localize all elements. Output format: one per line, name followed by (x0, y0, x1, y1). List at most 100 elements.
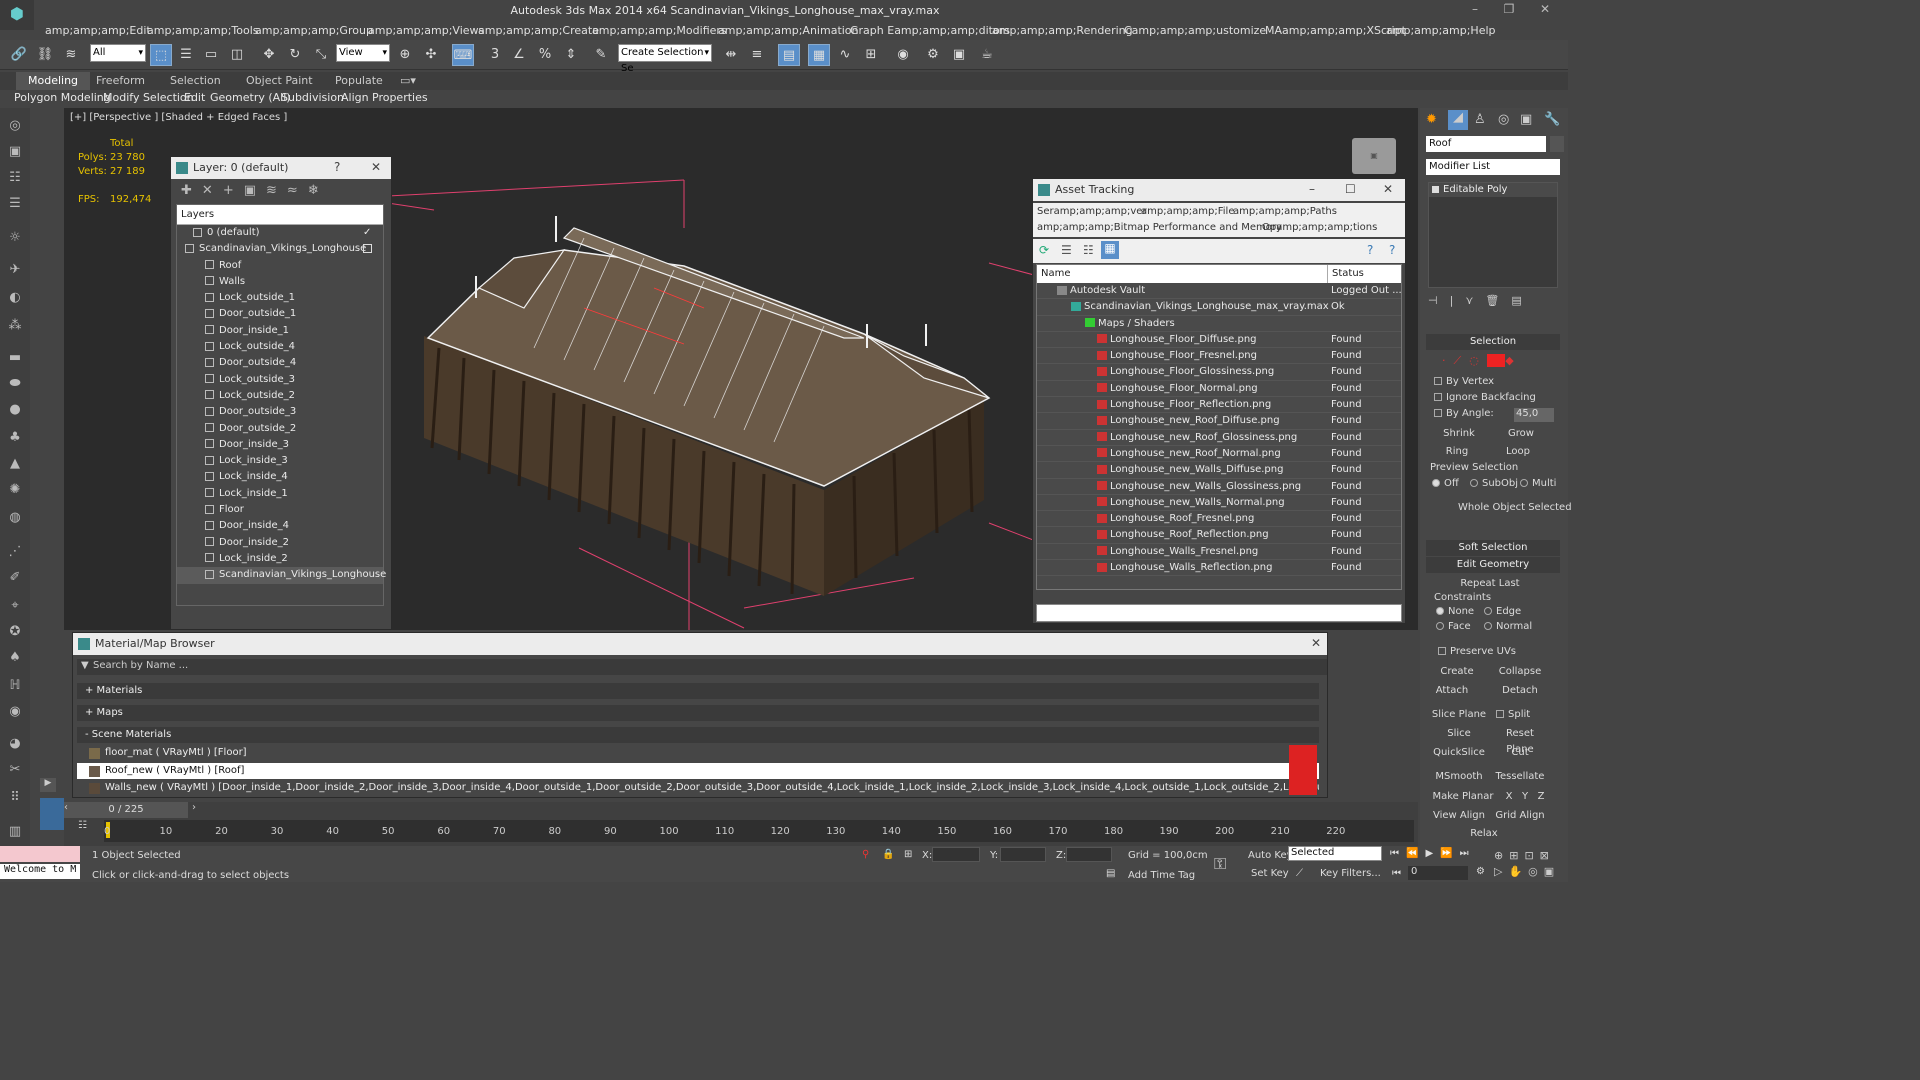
asset-row[interactable]: Longhouse_new_Roof_Normal.png Found (1037, 446, 1401, 463)
planar-x-button[interactable]: X (1502, 789, 1516, 805)
fov-icon[interactable]: ▷ (1494, 865, 1508, 878)
paint-icon[interactable]: ✐ (5, 568, 25, 588)
material-editor-icon[interactable]: ◉ (892, 44, 914, 66)
set-key-mode-icon[interactable]: ⚿ (1214, 854, 1226, 874)
asset-minimize-button[interactable]: – (1309, 182, 1315, 196)
prev-frame-arrow-icon[interactable]: ‹ (64, 802, 72, 818)
add-to-layer-icon[interactable]: + (223, 183, 244, 198)
asset-row[interactable]: Maps / Shaders (1037, 316, 1401, 332)
asset-menu-bitmap[interactable]: amp;amp;amp;Bitmap Performance and Memor… (1037, 222, 1282, 233)
angle-spinner[interactable]: 45,0 (1514, 408, 1554, 422)
layer-close-button[interactable]: ✕ (371, 160, 381, 174)
list-icon[interactable]: ☰ (5, 194, 25, 214)
selection-filter-dropdown[interactable]: All (90, 44, 146, 62)
layer-panel-title-bar[interactable]: Layer: 0 (default) (171, 157, 391, 179)
select-manipulate-icon[interactable]: ✣ (420, 44, 442, 66)
material-row-roof[interactable]: Roof_new ( VRayMtl ) [Roof] (77, 763, 1319, 779)
zoom-extents-icon[interactable]: ⊡ (1524, 849, 1539, 862)
refresh-icon[interactable]: ⟳ (1039, 243, 1049, 257)
asset-menu-server[interactable]: Seramp;amp;amp;ver (1037, 206, 1147, 217)
grid-helper-icon[interactable]: ⋰ (5, 542, 25, 562)
lock-selection-icon[interactable]: 🔒 (882, 849, 894, 860)
material-row-walls[interactable]: Walls_new ( VRayMtl ) [Door_inside_1,Doo… (77, 780, 1319, 796)
particle-icon[interactable]: ⁂ (5, 316, 25, 336)
slice-plane-button[interactable]: Slice Plane (1430, 707, 1488, 723)
asset-row[interactable]: Scandinavian_Vikings_Longhouse_max_vray.… (1037, 299, 1401, 316)
constraint-face-radio[interactable]: Face (1436, 621, 1471, 632)
hair-icon[interactable]: ℍ (5, 676, 25, 696)
matbrowser-title-bar[interactable]: Material/Map Browser (73, 633, 1327, 655)
app-logo-icon[interactable]: ⬢ (0, 0, 34, 30)
menu-group[interactable]: amp;amp;amp;Group (255, 24, 373, 37)
box-icon[interactable]: ▬ (5, 348, 25, 368)
helper-icon[interactable]: ◐ (5, 288, 25, 308)
asset-path-field[interactable] (1036, 604, 1402, 622)
modifier-list-dropdown[interactable]: Modifier List (1426, 159, 1560, 175)
render-production-icon[interactable]: ☕ (976, 44, 998, 66)
maximize-button[interactable]: ❐ (1494, 2, 1524, 20)
render-setup-icon[interactable]: ⚙ (922, 44, 944, 66)
panel-polygon-modeling[interactable]: Polygon Modeling (14, 91, 111, 104)
split-checkbox[interactable]: Split (1496, 709, 1530, 720)
layer-row[interactable]: Roof (177, 258, 383, 274)
layer-row[interactable]: Door_inside_1 (177, 323, 383, 339)
panel-subdivision[interactable]: Subdivision (281, 91, 344, 104)
pin-stack-icon[interactable]: ⊣ (1428, 294, 1450, 307)
slice-button[interactable]: Slice (1430, 726, 1488, 742)
reference-coord-dropdown[interactable]: View (336, 44, 390, 62)
layers-column-header[interactable]: Layers (177, 205, 383, 225)
attach-button[interactable]: Attach (1430, 683, 1474, 699)
select-object-icon[interactable]: ⬚ (150, 44, 172, 66)
tessellate-button[interactable]: Tessellate (1492, 769, 1548, 785)
maxscript-listener-top[interactable] (0, 846, 80, 862)
tab-populate[interactable]: Populate (335, 74, 383, 87)
maxscript-mini-listener[interactable]: Welcome to M (0, 864, 80, 879)
play-icon[interactable]: ▶ (1425, 848, 1440, 859)
relax-button[interactable]: Relax (1460, 828, 1508, 840)
constraint-none-radio[interactable]: None (1436, 606, 1474, 617)
constraint-edge-radio[interactable]: Edge (1484, 606, 1521, 617)
group-scene-materials[interactable]: - Scene Materials (77, 727, 1319, 743)
auto-key-button[interactable]: Auto Key (1248, 850, 1293, 861)
add-time-tag-label[interactable]: Add Time Tag (1128, 870, 1195, 881)
current-frame-field[interactable]: 0 (1408, 866, 1468, 880)
minimize-button[interactable]: – (1460, 2, 1490, 20)
tree-view-icon[interactable]: ☷ (1083, 243, 1094, 257)
next-frame-arrow-icon[interactable]: › (192, 802, 202, 818)
menu-rendering[interactable]: amp;amp;amp;Rendering (992, 24, 1133, 37)
object-color-swatch[interactable] (1550, 136, 1564, 152)
layer-row[interactable]: Door_outside_1 (177, 306, 383, 322)
bottom-tool-icon[interactable]: ▥ (5, 822, 25, 842)
list-view-icon[interactable]: ☰ (1061, 243, 1072, 257)
loop-button[interactable]: Loop (1496, 444, 1540, 460)
isolate-selection-icon[interactable]: ⚲ (862, 849, 869, 860)
layer-row[interactable]: Door_outside_4 (177, 355, 383, 371)
constraint-normal-radio[interactable]: Normal (1484, 621, 1532, 632)
make-unique-icon[interactable]: ⋎ (1465, 294, 1485, 307)
asset-row[interactable]: Longhouse_Floor_Fresnel.png Found (1037, 348, 1401, 365)
align-icon[interactable]: ≡ (746, 44, 768, 66)
asset-row[interactable]: Longhouse_Walls_Reflection.png Found (1037, 560, 1401, 577)
schematic-view-icon[interactable]: ⊞ (860, 44, 882, 66)
menu-tools[interactable]: amp;amp;amp;Tools (147, 24, 259, 37)
col-status-header[interactable]: Status (1327, 265, 1364, 283)
tab-modeling[interactable]: Modeling (16, 72, 91, 90)
edit-geometry-rollout-header[interactable]: Edit Geometry (1426, 557, 1560, 573)
ignore-backfacing-checkbox[interactable]: Ignore Backfacing (1434, 392, 1536, 403)
viewport-nav-icon[interactable]: ◎ (5, 116, 25, 136)
planar-z-button[interactable]: Z (1534, 789, 1548, 805)
layer-row[interactable]: Scandinavian_Vikings_Longhouse (177, 241, 383, 257)
tab-object-paint[interactable]: Object Paint (246, 74, 313, 87)
curve-editor-icon[interactable]: ∿ (834, 44, 856, 66)
table-view-icon[interactable]: ▦ (1101, 241, 1119, 259)
menu-create[interactable]: amp;amp;amp;Create (478, 24, 599, 37)
asset-menu-paths[interactable]: amp;amp;amp;Paths (1233, 206, 1337, 217)
preview-multi-radio[interactable]: Multi (1520, 478, 1556, 489)
set-key-button[interactable]: Set Key (1251, 868, 1289, 879)
collapse-button[interactable]: Collapse (1492, 664, 1548, 680)
modify-tab-icon[interactable]: ◢ (1448, 110, 1468, 130)
named-selection-set-dropdown[interactable]: Create Selection Se (618, 44, 712, 74)
rendered-frame-icon[interactable]: ▣ (948, 44, 970, 66)
repeat-last-button[interactable]: Repeat Last (1440, 576, 1540, 592)
globe-icon[interactable]: ✪ (5, 622, 25, 642)
